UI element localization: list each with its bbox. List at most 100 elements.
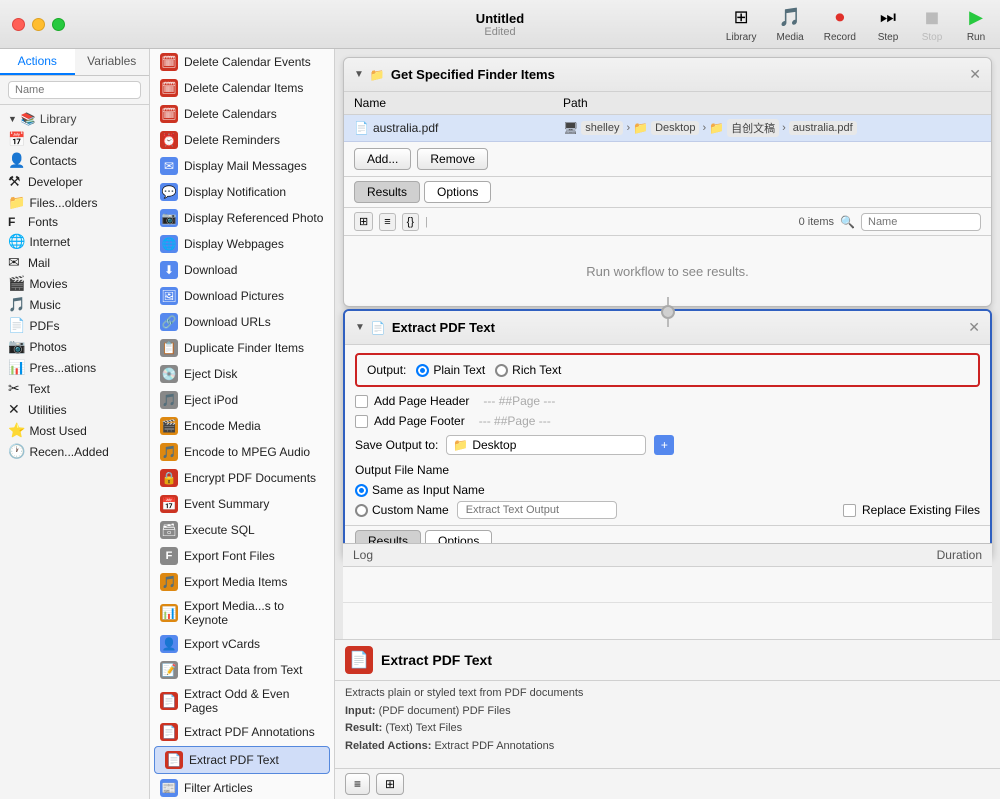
grid-view-btn[interactable]: ⊞: [376, 773, 404, 795]
grid-view-button[interactable]: ⊞: [354, 212, 373, 231]
finder-panel-collapse[interactable]: ▼: [354, 69, 364, 80]
extract-panel-close[interactable]: ✕: [968, 319, 980, 336]
action-icon: ✉: [160, 157, 178, 175]
action-delete-calendars[interactable]: 🗓 Delete Calendars: [150, 101, 334, 127]
close-button[interactable]: [12, 18, 25, 31]
action-extract-pdf-annotations[interactable]: 📄 Extract PDF Annotations: [150, 719, 334, 745]
action-encrypt-pdf[interactable]: 🔒 Encrypt PDF Documents: [150, 465, 334, 491]
results-search-input[interactable]: [861, 213, 981, 231]
sidebar-item-photos[interactable]: 📷 Photos: [0, 336, 149, 357]
sidebar-item-calendar[interactable]: 📅 Calendar: [0, 129, 149, 150]
replace-files-checkbox[interactable]: [843, 504, 856, 517]
add-button[interactable]: Add...: [354, 148, 411, 170]
add-page-footer-checkbox[interactable]: [355, 415, 368, 428]
action-extract-data-from-text[interactable]: 📝 Extract Data from Text: [150, 657, 334, 683]
rich-text-radio[interactable]: [495, 364, 508, 377]
sidebar-item-developer[interactable]: ⚒ Developer: [0, 171, 149, 192]
finder-panel-close[interactable]: ✕: [969, 66, 981, 83]
action-eject-disk[interactable]: 💿 Eject Disk: [150, 361, 334, 387]
action-eject-ipod[interactable]: 🎵 Eject iPod: [150, 387, 334, 413]
action-display-webpages[interactable]: 🌐 Display Webpages: [150, 231, 334, 257]
plain-text-radio[interactable]: [416, 364, 429, 377]
folder-icon-1: 📁: [633, 121, 648, 135]
maximize-button[interactable]: [52, 18, 65, 31]
sidebar-item-utilities[interactable]: ✕ Utilities: [0, 399, 149, 420]
content-area: ▼ 📁 Get Specified Finder Items ✕ Name Pa…: [335, 49, 1000, 799]
sidebar-item-files[interactable]: 📁 Files...olders: [0, 192, 149, 213]
sidebar-item-presentations[interactable]: 📊 Pres...ations: [0, 357, 149, 378]
detail-view-button[interactable]: {}: [402, 213, 419, 231]
action-download[interactable]: ⬇ Download: [150, 257, 334, 283]
same-as-input-label[interactable]: Same as Input Name: [355, 483, 485, 497]
search-input[interactable]: [8, 81, 141, 99]
stop-toolbar-btn[interactable]: ◼ Stop: [920, 6, 944, 43]
sidebar-item-recentlyadded[interactable]: 🕐 Recen...Added: [0, 441, 149, 462]
action-export-font-files[interactable]: F Export Font Files: [150, 543, 334, 569]
sidebar-item-music[interactable]: 🎵 Music: [0, 294, 149, 315]
finder-tab-results[interactable]: Results: [354, 181, 420, 203]
browse-folder-button[interactable]: +: [654, 435, 674, 455]
same-as-input-radio[interactable]: [355, 484, 368, 497]
sidebar-item-mostused[interactable]: ⭐ Most Used: [0, 420, 149, 441]
action-delete-calendar-items[interactable]: 🗓 Delete Calendar Items: [150, 75, 334, 101]
action-event-summary[interactable]: 📅 Event Summary: [150, 491, 334, 517]
action-label: Export Font Files: [184, 549, 275, 563]
library-section[interactable]: ▼ 📚 Library: [0, 109, 149, 129]
action-delete-reminders[interactable]: ⏰ Delete Reminders: [150, 127, 334, 153]
log-duration-label: Duration: [937, 548, 982, 562]
media-toolbar-btn[interactable]: 🎵 Media: [777, 6, 804, 43]
custom-name-radio[interactable]: [355, 504, 368, 517]
run-toolbar-btn[interactable]: ▶ Run: [964, 6, 988, 43]
action-encode-media[interactable]: 🎬 Encode Media: [150, 413, 334, 439]
action-filter-articles[interactable]: 📰 Filter Articles: [150, 775, 334, 799]
record-toolbar-btn[interactable]: ⏺ Record: [824, 6, 856, 43]
tab-variables[interactable]: Variables: [75, 49, 150, 75]
text-icon: ✂: [8, 380, 24, 397]
extract-panel-collapse[interactable]: ▼: [355, 322, 365, 333]
action-duplicate-finder-items[interactable]: 📋 Duplicate Finder Items: [150, 335, 334, 361]
sidebar-item-pdfs[interactable]: 📄 PDFs: [0, 315, 149, 336]
sidebar-item-contacts[interactable]: 👤 Contacts: [0, 150, 149, 171]
finder-table-row[interactable]: 📄 australia.pdf 🖥 shelley › 📁 Desktop › …: [344, 115, 991, 142]
tab-actions[interactable]: Actions: [0, 49, 75, 75]
minimize-button[interactable]: [32, 18, 45, 31]
action-icon: 🖼: [160, 287, 178, 305]
sidebar-item-movies[interactable]: 🎬 Movies: [0, 273, 149, 294]
pdf-file-icon: 📄: [354, 121, 369, 135]
sidebar-item-text[interactable]: ✂ Text: [0, 378, 149, 399]
action-execute-sql[interactable]: 🗃 Execute SQL: [150, 517, 334, 543]
add-page-header-checkbox[interactable]: [355, 395, 368, 408]
sidebar-item-mail[interactable]: ✉ Mail: [0, 252, 149, 273]
action-display-referenced-photo[interactable]: 📷 Display Referenced Photo: [150, 205, 334, 231]
save-location-select[interactable]: 📁 Desktop: [446, 435, 646, 455]
action-download-pictures[interactable]: 🖼 Download Pictures: [150, 283, 334, 309]
rich-text-radio-label[interactable]: Rich Text: [495, 363, 561, 377]
custom-name-label[interactable]: Custom Name: [355, 503, 449, 517]
action-label: Extract PDF Text: [189, 753, 279, 767]
custom-name-input[interactable]: [457, 501, 617, 519]
action-label: Encrypt PDF Documents: [184, 471, 316, 485]
finder-tab-options[interactable]: Options: [424, 181, 491, 203]
sidebar-item-fonts[interactable]: F Fonts: [0, 213, 149, 231]
action-export-medias-keynote[interactable]: 📊 Export Media...s to Keynote: [150, 595, 334, 631]
action-display-mail-messages[interactable]: ✉ Display Mail Messages: [150, 153, 334, 179]
action-display-notification[interactable]: 💬 Display Notification: [150, 179, 334, 205]
action-delete-calendar-events[interactable]: 🗓 Delete Calendar Events: [150, 49, 334, 75]
step-toolbar-btn[interactable]: ⏭ Step: [876, 6, 900, 43]
action-download-urls[interactable]: 🔗 Download URLs: [150, 309, 334, 335]
action-extract-pdf-text[interactable]: 📄 Extract PDF Text: [154, 746, 330, 774]
sidebar-item-internet[interactable]: 🌐 Internet: [0, 231, 149, 252]
library-toolbar-btn[interactable]: ⊞ Library: [726, 6, 757, 43]
action-export-media-items[interactable]: 🎵 Export Media Items: [150, 569, 334, 595]
action-encode-mpeg[interactable]: 🎵 Encode to MPEG Audio: [150, 439, 334, 465]
log-label: Log: [353, 548, 917, 562]
list-view-btn[interactable]: ≡: [345, 773, 370, 795]
action-label: Display Notification: [184, 185, 286, 199]
list-view-button[interactable]: ≡: [379, 213, 395, 231]
plain-text-radio-label[interactable]: Plain Text: [416, 363, 485, 377]
remove-button[interactable]: Remove: [417, 148, 488, 170]
action-extract-odd-even[interactable]: 📄 Extract Odd & Even Pages: [150, 683, 334, 719]
action-export-vcards[interactable]: 👤 Export vCards: [150, 631, 334, 657]
sidebar-item-label: Internet: [29, 235, 70, 249]
save-output-row: Save Output to: 📁 Desktop +: [345, 431, 990, 459]
